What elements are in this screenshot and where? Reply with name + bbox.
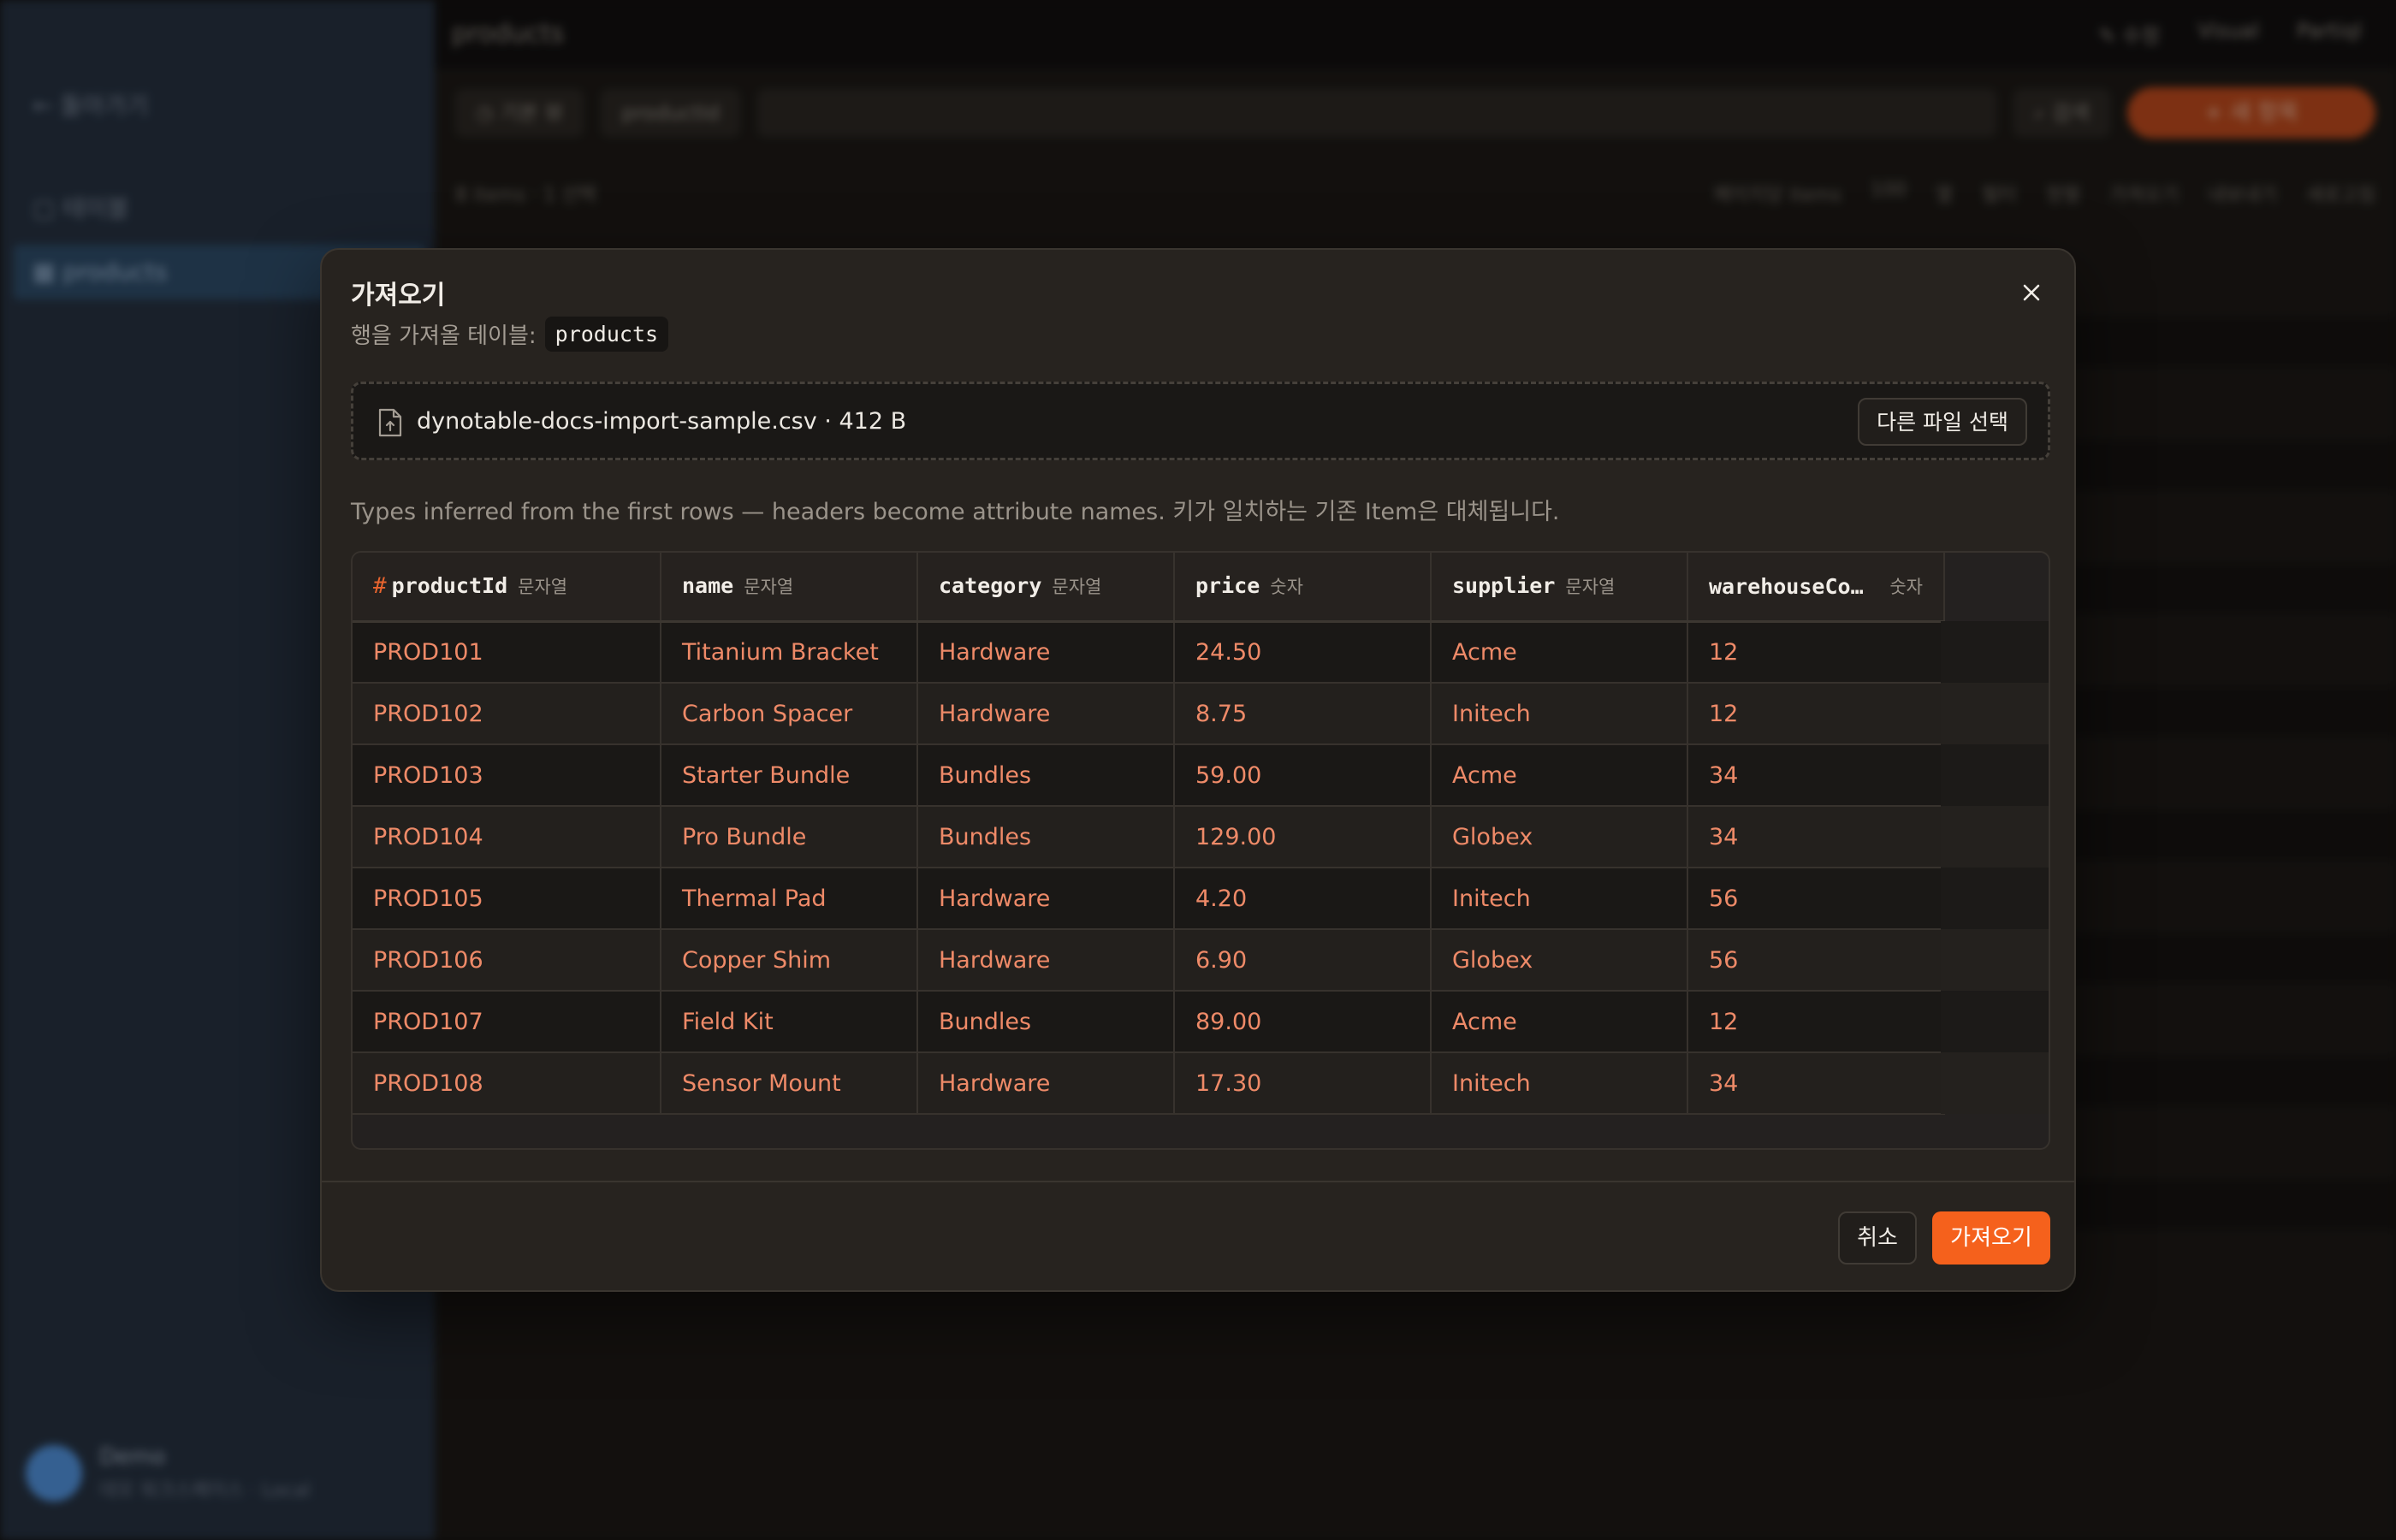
table-row: PROD107 Field Kit Bundles 89.00 Acme 12 [353,991,1945,1053]
table-cell: Initech [1431,683,1688,745]
import-dialog: 가져오기 행을 가져올 테이블: products dynotable-docs… [320,248,2076,1292]
close-button[interactable] [2013,274,2050,311]
table-cell: Hardware [917,683,1175,745]
table-cell: 59.00 [1174,744,1432,807]
table-cell: 56 [1687,868,1945,930]
dialog-subtitle: 행을 가져올 테이블: products [351,317,669,352]
table-cell: 34 [1687,1052,1945,1115]
table-row: PROD103 Starter Bundle Bundles 59.00 Acme 34 [353,744,1945,807]
table-cell: Pro Bundle [661,806,918,868]
table-cell: 24.50 [1174,621,1432,684]
table-header-row: # productId 문자열 name 문자열 category 문자열 price 숫… [353,553,1945,623]
table-filler-column [1941,621,2049,1114]
target-table-label: 행을 가져올 테이블: [351,323,537,349]
table-cell: 8.75 [1174,683,1432,745]
column-header-name: name 문자열 [661,553,918,623]
column-header-productId: # productId 문자열 [353,553,661,623]
table-cell: 56 [1687,929,1945,992]
table-cell: Starter Bundle [661,744,918,807]
table-cell: 6.90 [1174,929,1432,992]
table-cell: Acme [1431,621,1688,684]
table-cell: PROD107 [353,991,661,1053]
selected-file-name: dynotable-docs-import-sample.csv · 412 B [417,408,907,435]
inference-hint: Types inferred from the first rows — hea… [351,499,1560,525]
column-header-warehouse: warehouseCo… 숫자 [1687,553,1945,623]
key-hash-icon: # [373,573,387,600]
file-upload-icon [378,408,402,437]
table-cell: Acme [1431,744,1688,807]
table-cell: Hardware [917,929,1175,992]
file-dropzone[interactable]: dynotable-docs-import-sample.csv · 412 B… [351,382,2050,460]
table-row: PROD108 Sensor Mount Hardware 17.30 Initech 3… [353,1052,1945,1115]
table-cell: PROD104 [353,806,661,868]
import-button[interactable]: 가져오기 [1932,1211,2050,1265]
table-cell: Titanium Bracket [661,621,918,684]
preview-table: # productId 문자열 name 문자열 category 문자열 price 숫… [351,551,2050,1150]
table-cell: Globex [1431,806,1688,868]
table-cell: 129.00 [1174,806,1432,868]
choose-other-file-button[interactable]: 다른 파일 선택 [1858,398,2027,446]
dialog-title: 가져오기 [351,281,446,311]
table-cell: Acme [1431,991,1688,1053]
table-cell: Initech [1431,868,1688,930]
table-row: PROD102 Carbon Spacer Hardware 8.75 Initech 1… [353,683,1945,745]
table-cell: Hardware [917,868,1175,930]
table-cell: PROD103 [353,744,661,807]
table-cell: PROD101 [353,621,661,684]
table-cell: 89.00 [1174,991,1432,1053]
table-cell: PROD108 [353,1052,661,1115]
table-cell: 12 [1687,991,1945,1053]
table-cell: Copper Shim [661,929,918,992]
table-row: PROD101 Titanium Bracket Hardware 24.50 Acme… [353,621,1945,684]
table-row: PROD104 Pro Bundle Bundles 129.00 Globex 34 [353,806,1945,868]
cancel-button[interactable]: 취소 [1838,1211,1917,1265]
table-row: PROD106 Copper Shim Hardware 6.90 Globex 56 [353,929,1945,992]
close-icon [2023,284,2040,301]
table-cell: Sensor Mount [661,1052,918,1115]
table-cell: 4.20 [1174,868,1432,930]
table-cell: Hardware [917,621,1175,684]
column-header-price: price 숫자 [1174,553,1432,623]
table-cell: 17.30 [1174,1052,1432,1115]
table-cell: Bundles [917,806,1175,868]
table-cell: PROD106 [353,929,661,992]
table-cell: Globex [1431,929,1688,992]
table-cell: Bundles [917,991,1175,1053]
column-header-category: category 문자열 [917,553,1175,623]
table-cell: Field Kit [661,991,918,1053]
column-header-supplier: supplier 문자열 [1431,553,1688,623]
table-cell: Bundles [917,744,1175,807]
table-cell: Hardware [917,1052,1175,1115]
table-cell: Initech [1431,1052,1688,1115]
table-cell: PROD102 [353,683,661,745]
table-cell: 12 [1687,621,1945,684]
table-cell: 34 [1687,744,1945,807]
table-cell: 12 [1687,683,1945,745]
table-cell: Carbon Spacer [661,683,918,745]
target-table-name: products [544,317,669,352]
dialog-footer-divider [322,1181,2074,1182]
table-cell: PROD105 [353,868,661,930]
table-cell: Thermal Pad [661,868,918,930]
table-cell: 34 [1687,806,1945,868]
table-row: PROD105 Thermal Pad Hardware 4.20 Initech 56 [353,868,1945,930]
